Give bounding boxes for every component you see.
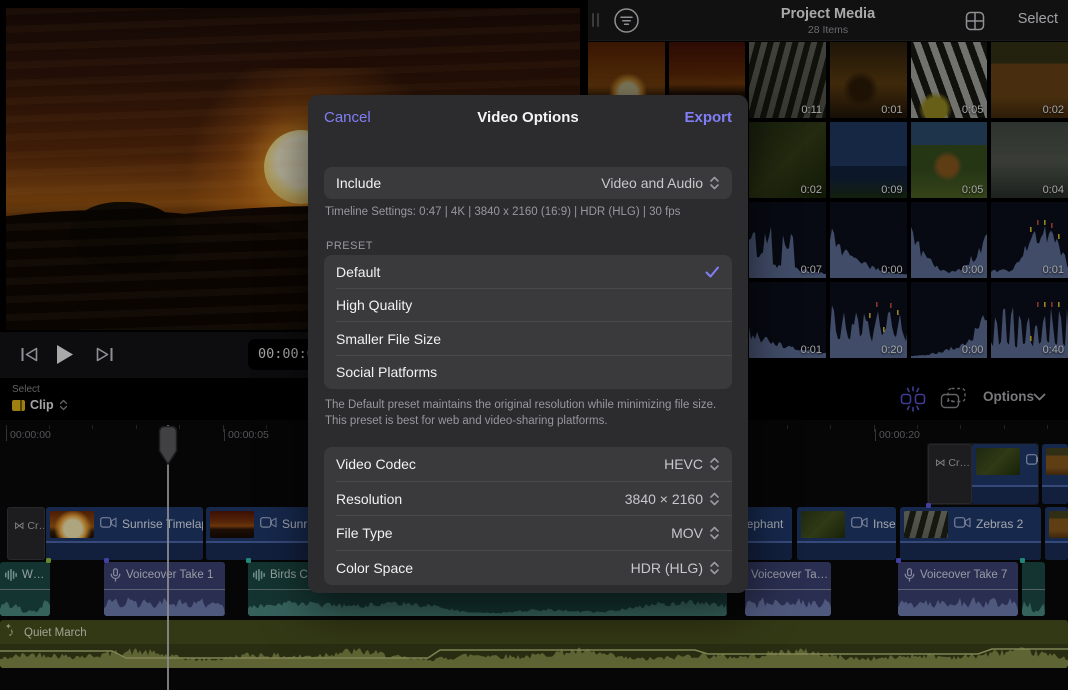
- preset-label: High Quality: [336, 297, 412, 313]
- setting-label: Video Codec: [336, 456, 416, 472]
- chevron-updown-icon: [709, 457, 720, 471]
- include-group: Include Video and Audio: [324, 167, 732, 199]
- setting-row-video-codec[interactable]: Video Codec HEVC: [324, 447, 732, 482]
- chevron-updown-icon: [709, 526, 720, 540]
- setting-value: MOV: [671, 525, 703, 541]
- setting-value: HEVC: [664, 456, 703, 472]
- setting-value: HDR (HLG): [631, 560, 703, 576]
- setting-label: Color Space: [336, 560, 413, 576]
- include-row[interactable]: Include Video and Audio: [324, 167, 732, 199]
- chevron-updown-icon: [709, 492, 720, 506]
- chevron-updown-icon: [709, 176, 720, 190]
- setting-row-file-type[interactable]: File Type MOV: [324, 516, 732, 551]
- timeline-settings-caption: Timeline Settings: 0:47 | 4K | 3840 x 21…: [325, 204, 725, 220]
- preset-label: Default: [336, 264, 380, 280]
- setting-label: Resolution: [336, 491, 402, 507]
- preset-label: Smaller File Size: [336, 331, 441, 347]
- preset-option-high-quality[interactable]: High Quality: [324, 289, 732, 323]
- setting-row-resolution[interactable]: Resolution 3840 × 2160: [324, 482, 732, 517]
- include-label: Include: [336, 175, 381, 191]
- setting-value: 3840 × 2160: [625, 491, 703, 507]
- settings-group: Video Codec HEVC Resolution 3840 × 2160 File…: [324, 447, 732, 585]
- chevron-updown-icon: [709, 561, 720, 575]
- dialog-title: Video Options: [308, 109, 748, 126]
- setting-label: File Type: [336, 525, 393, 541]
- preset-option-smaller-file-size[interactable]: Smaller File Size: [324, 322, 732, 356]
- preset-label: Social Platforms: [336, 364, 437, 380]
- setting-row-color-space[interactable]: Color Space HDR (HLG): [324, 551, 732, 586]
- preset-description: The Default preset maintains the origina…: [325, 397, 729, 429]
- app-root: 00:00:03 Select Clip Project Media 28 It…: [0, 0, 1068, 690]
- checkmark-icon: [705, 266, 720, 278]
- export-button[interactable]: Export: [684, 109, 732, 126]
- video-options-dialog: Cancel Video Options Export Include Vide…: [308, 95, 748, 593]
- preset-section-header: PRESET: [326, 240, 373, 252]
- preset-option-default[interactable]: Default: [324, 255, 732, 289]
- preset-option-social-platforms[interactable]: Social Platforms: [324, 356, 732, 390]
- include-value: Video and Audio: [601, 175, 703, 191]
- preset-group: Default High Quality Smaller File Size Soci…: [324, 255, 732, 389]
